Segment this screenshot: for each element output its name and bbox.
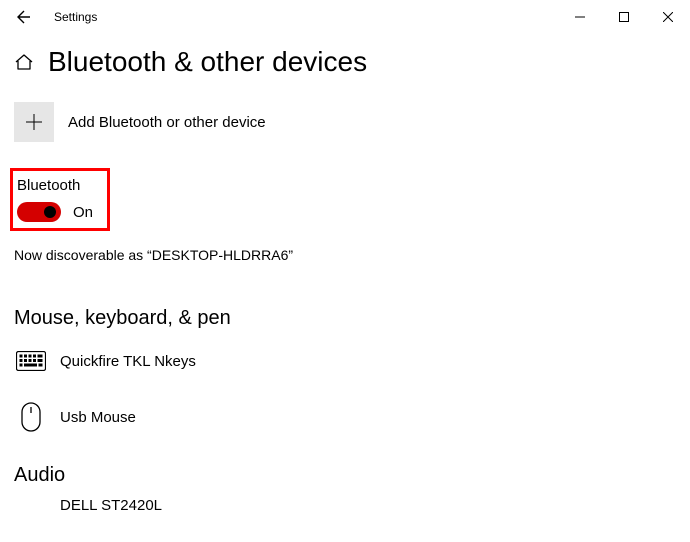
plus-icon [14, 102, 54, 142]
add-device-label: Add Bluetooth or other device [68, 114, 266, 131]
back-button[interactable] [6, 2, 42, 32]
window-controls [558, 2, 690, 32]
device-name: Usb Mouse [60, 409, 136, 426]
window-title: Settings [54, 10, 97, 24]
toggle-knob [44, 206, 56, 218]
device-row-keyboard[interactable]: Quickfire TKL Nkeys [14, 344, 676, 378]
section-heading-mkp: Mouse, keyboard, & pen [14, 307, 676, 330]
maximize-button[interactable] [602, 2, 646, 32]
content-area: Add Bluetooth or other device Bluetooth … [0, 84, 690, 514]
bluetooth-label: Bluetooth [17, 177, 93, 194]
titlebar: Settings [0, 0, 690, 34]
home-icon[interactable] [14, 52, 34, 77]
plus-icon-svg [25, 113, 43, 131]
back-arrow-icon [16, 9, 32, 25]
close-button[interactable] [646, 2, 690, 32]
minimize-button[interactable] [558, 2, 602, 32]
page-title: Bluetooth & other devices [48, 46, 367, 78]
mouse-icon-svg [21, 402, 41, 432]
close-icon [663, 12, 673, 22]
device-name: Quickfire TKL Nkeys [60, 353, 196, 370]
bluetooth-highlight: Bluetooth On [10, 168, 110, 231]
discoverable-text: Now discoverable as “DESKTOP-HLDRRA6” [14, 247, 676, 263]
bluetooth-toggle[interactable] [17, 202, 61, 222]
add-device-button[interactable]: Add Bluetooth or other device [14, 102, 676, 142]
device-name-partial: DELL ST2420L [60, 497, 676, 514]
bluetooth-toggle-row: On [17, 202, 93, 222]
keyboard-icon-svg [16, 351, 46, 371]
home-icon-svg [14, 52, 34, 72]
bluetooth-toggle-state: On [73, 204, 93, 221]
device-row-mouse[interactable]: Usb Mouse [14, 400, 676, 434]
mouse-icon [14, 400, 48, 434]
maximize-icon [619, 12, 629, 22]
page-header: Bluetooth & other devices [0, 34, 690, 84]
keyboard-icon [14, 344, 48, 378]
minimize-icon [575, 12, 585, 22]
section-heading-audio: Audio [14, 464, 676, 487]
